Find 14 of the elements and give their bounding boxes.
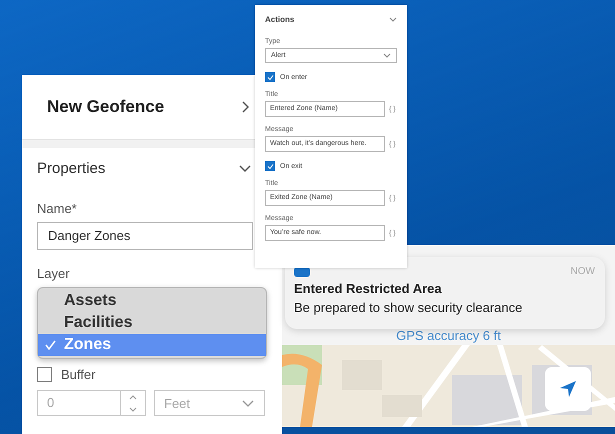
menu-item[interactable]: Assets	[38, 290, 266, 312]
checkbox-label: Buffer	[61, 367, 96, 382]
section-title: Properties	[37, 160, 106, 177]
notification-time: NOW	[570, 266, 595, 276]
gps-accuracy-text: GPS accuracy 6 ft	[396, 328, 501, 343]
panel-title: Actions	[265, 15, 294, 24]
notification-title: Entered Restricted Area	[294, 281, 442, 296]
notification-message: Be prepared to show security clearance	[294, 300, 522, 315]
panel-title: New Geofence	[47, 97, 164, 117]
field-label: Name*	[37, 201, 77, 216]
field-label: Layer	[37, 266, 70, 281]
menu-item[interactable]: Facilities	[38, 312, 266, 334]
notification-card[interactable]: NOW Entered Restricted Area Be prepared to show security clearance	[285, 257, 605, 329]
name-field[interactable]: Danger Zones	[37, 222, 253, 250]
